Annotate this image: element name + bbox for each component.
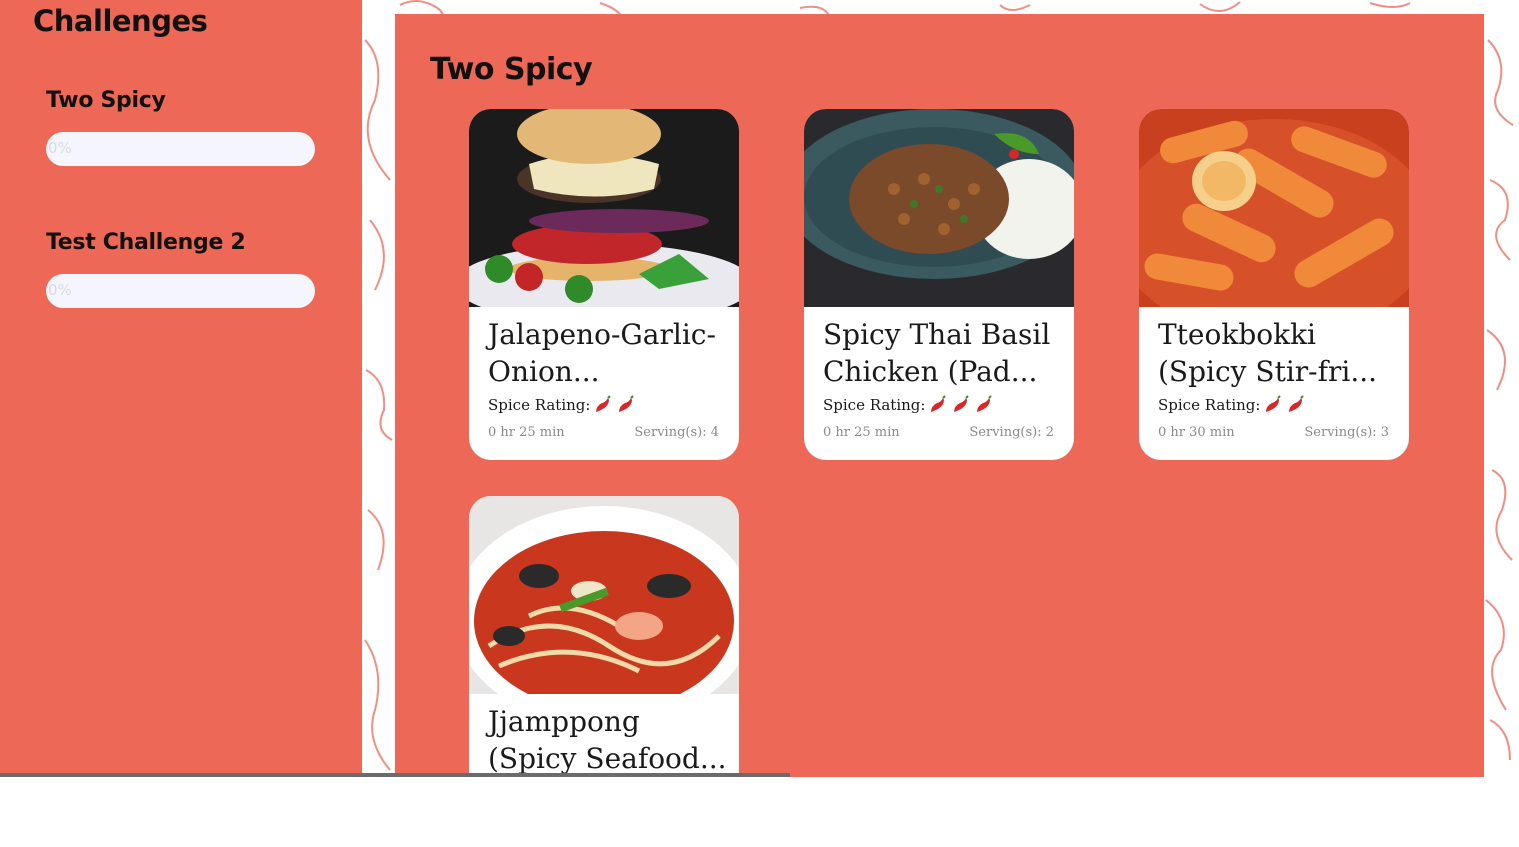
challenges-sidebar: Challenges Two Spicy 0% Test Challenge 2… <box>0 0 362 777</box>
servings: Serving(s): 4 <box>634 425 719 440</box>
servings: Serving(s): 2 <box>969 425 1054 440</box>
recipe-photo-jjamppong <box>469 496 739 694</box>
chili-pepper-icon <box>1289 395 1305 412</box>
spice-rating-label: Spice Rating: <box>488 396 591 414</box>
recipe-card[interactable]: Jalapeno-Garlic-Onion... Spice Rating: 0… <box>469 109 739 460</box>
recipe-meta: 0 hr 25 min Serving(s): 2 <box>823 425 1054 440</box>
challenge-title: Two Spicy <box>430 52 593 87</box>
progress-label: 0% <box>48 281 72 299</box>
recipe-title: Jjamppong (Spicy Seafood... <box>488 705 727 775</box>
spice-rating: Spice Rating: <box>1158 395 1306 415</box>
challenge-progress-bar: 0% <box>46 274 315 308</box>
chili-pepper-icon <box>977 395 993 412</box>
recipe-photo-tteokbokki <box>1139 109 1409 307</box>
cook-time: 0 hr 25 min <box>823 425 900 440</box>
cook-time: 0 hr 30 min <box>1158 425 1235 440</box>
recipe-title: Spicy Thai Basil Chicken (Pad... <box>823 318 1051 388</box>
recipe-photo-burger <box>469 109 739 307</box>
window-bottom-edge <box>0 773 790 777</box>
sidebar-title: Challenges <box>33 4 208 38</box>
progress-label: 0% <box>48 139 72 157</box>
chili-pepper-icon <box>1266 395 1282 412</box>
challenge-name: Test Challenge 2 <box>46 230 246 255</box>
recipe-card[interactable]: Spicy Thai Basil Chicken (Pad... Spice R… <box>804 109 1074 460</box>
challenge-name: Two Spicy <box>46 88 166 113</box>
chili-pepper-icon <box>931 395 947 412</box>
spice-rating: Spice Rating: <box>488 395 636 415</box>
spice-rating-label: Spice Rating: <box>1158 396 1261 414</box>
recipe-card[interactable]: Jjamppong (Spicy Seafood... <box>469 496 739 847</box>
challenge-item-test-challenge-2[interactable]: Test Challenge 2 0% <box>46 230 315 308</box>
chili-pepper-icon <box>596 395 612 412</box>
servings: Serving(s): 3 <box>1304 425 1389 440</box>
challenge-item-two-spicy[interactable]: Two Spicy 0% <box>46 88 315 166</box>
challenge-detail-panel: Two Spicy Jalapeno-Garlic-Onion... Spice… <box>395 14 1484 847</box>
cook-time: 0 hr 25 min <box>488 425 565 440</box>
chili-pepper-icon <box>954 395 970 412</box>
recipe-title: Jalapeno-Garlic-Onion... <box>488 318 716 388</box>
recipe-meta: 0 hr 25 min Serving(s): 4 <box>488 425 719 440</box>
recipe-photo-basil-chicken <box>804 109 1074 307</box>
chili-pepper-icon <box>619 395 635 412</box>
challenge-progress-bar: 0% <box>46 132 315 166</box>
spice-rating-label: Spice Rating: <box>823 396 926 414</box>
recipe-title: Tteokbokki (Spicy Stir-fri... <box>1158 318 1378 388</box>
recipe-card[interactable]: Tteokbokki (Spicy Stir-fri... Spice Rati… <box>1139 109 1409 460</box>
spice-rating: Spice Rating: <box>823 395 994 415</box>
recipe-meta: 0 hr 30 min Serving(s): 3 <box>1158 425 1389 440</box>
